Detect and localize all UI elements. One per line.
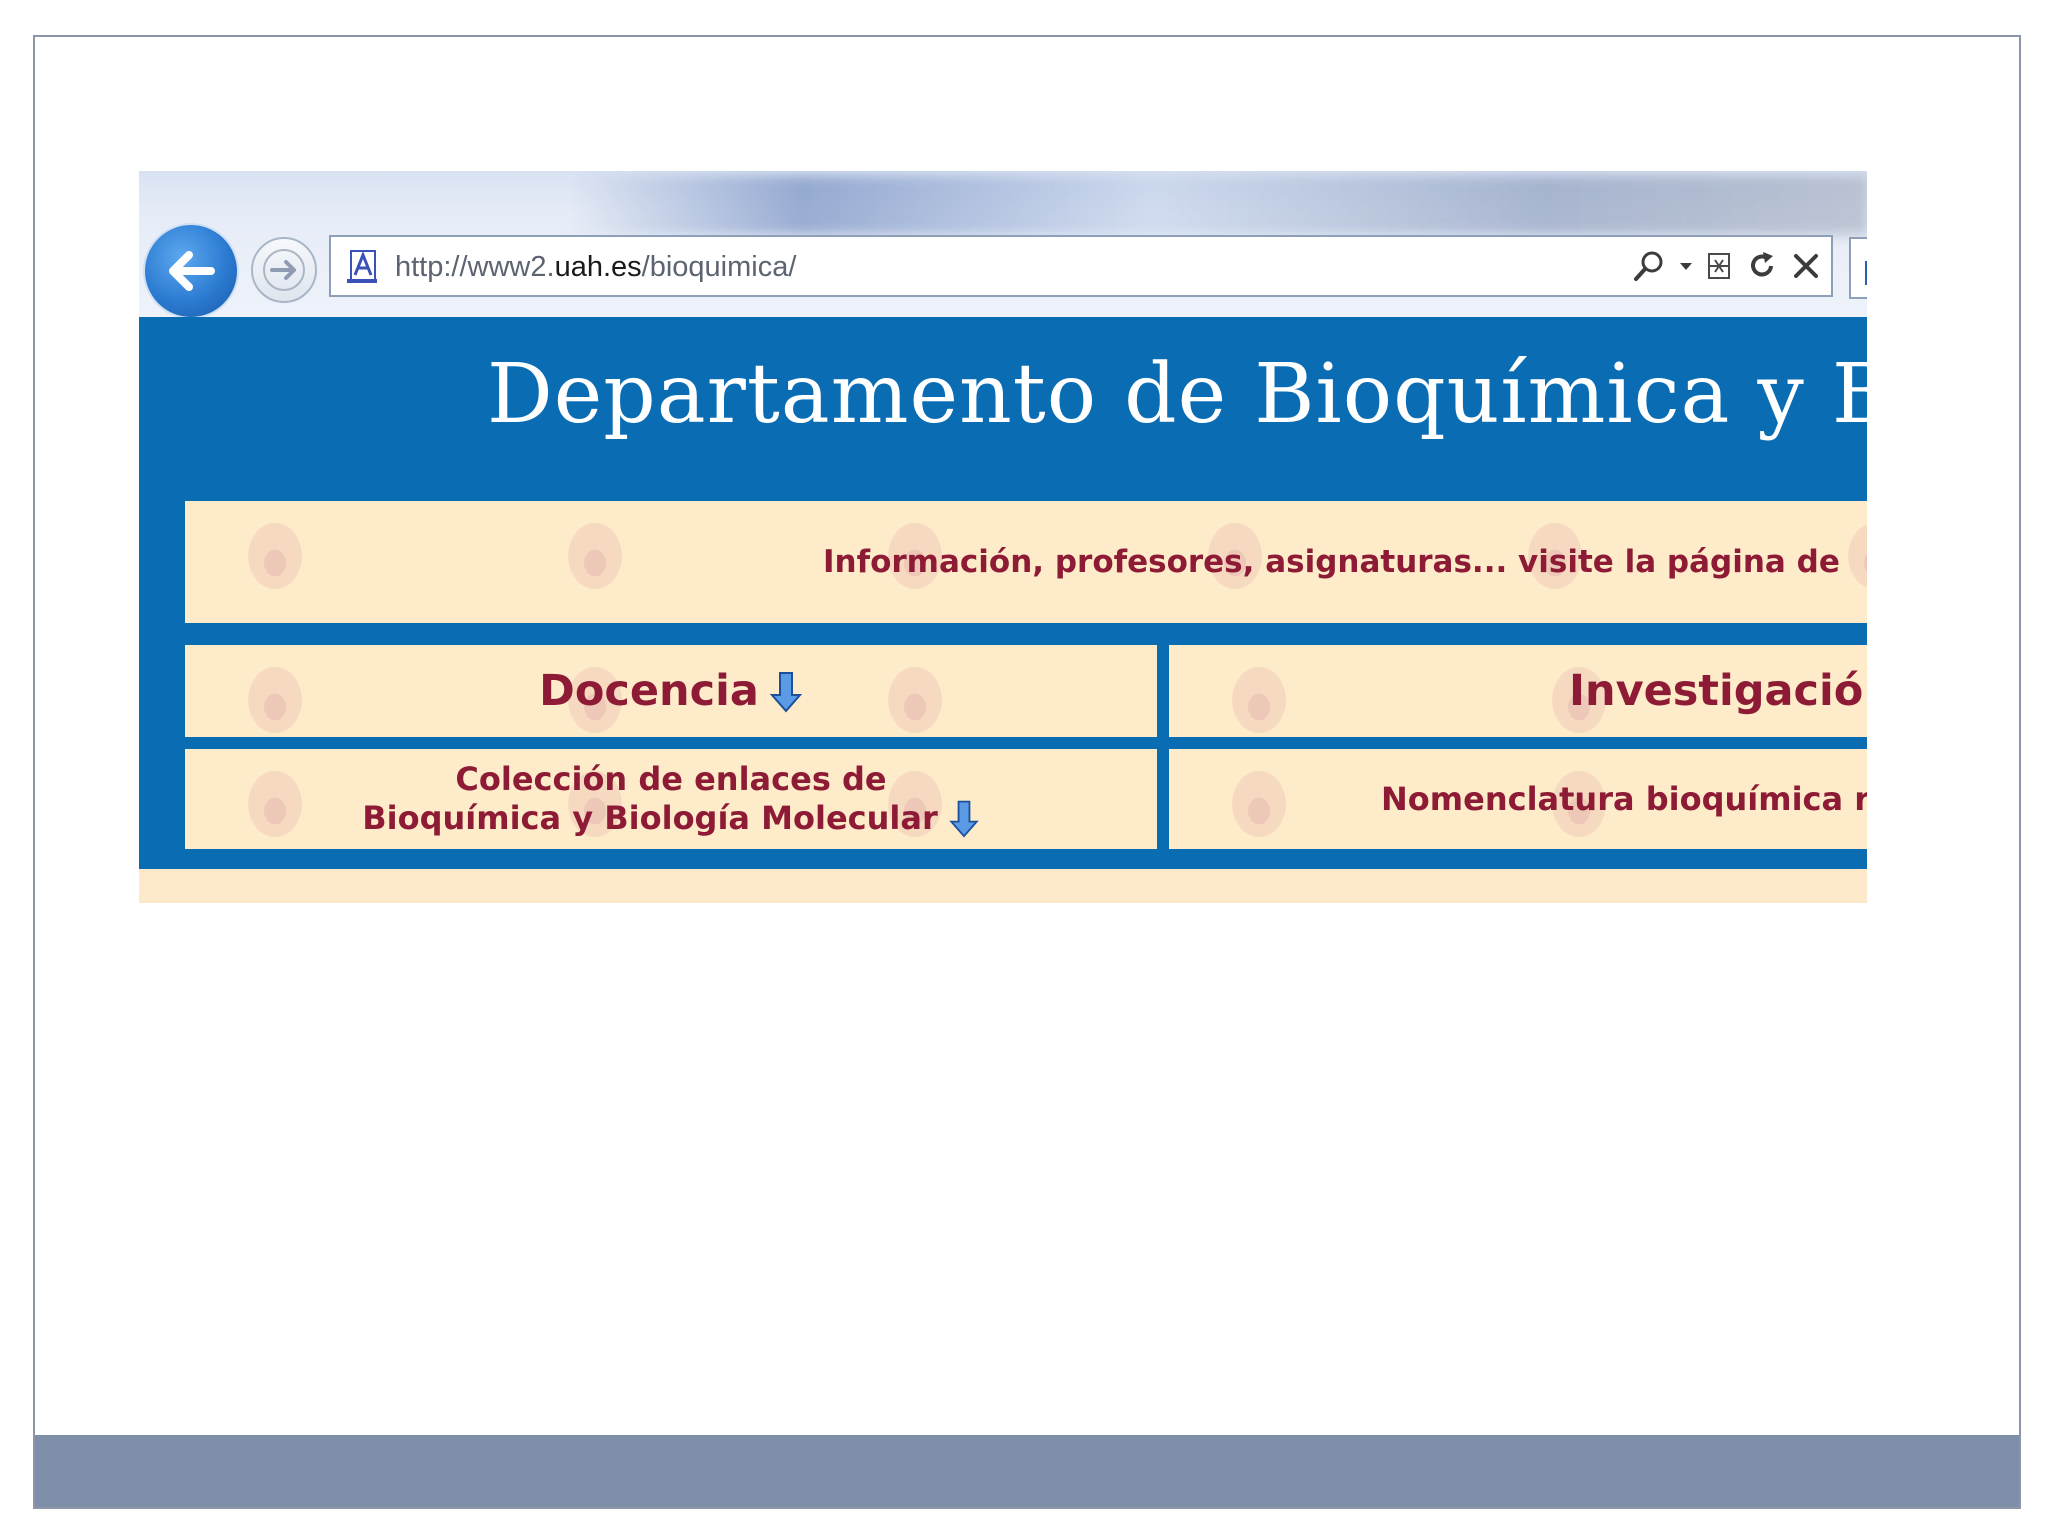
blurred-tab-strip xyxy=(569,175,1867,235)
new-tab-edge[interactable] xyxy=(1849,237,1867,299)
refresh-button[interactable] xyxy=(1745,248,1779,288)
stop-icon xyxy=(1794,254,1818,278)
docencia-link[interactable]: Docencia xyxy=(185,645,1157,737)
page-icon xyxy=(347,250,377,283)
url-domain: uah.es xyxy=(554,251,642,283)
compatibility-view-button[interactable] xyxy=(1705,248,1735,288)
search-dropdown[interactable] xyxy=(1677,248,1695,288)
back-arrow-icon xyxy=(169,251,215,291)
nomenclatura-label: Nomenclatura bioquímica r xyxy=(1381,780,1867,818)
docencia-label: Docencia xyxy=(539,666,759,716)
back-button[interactable] xyxy=(143,223,239,319)
down-arrow-icon xyxy=(949,800,979,838)
url-path: /bioquimica/ xyxy=(641,251,797,283)
address-bar[interactable]: http://www2.uah.es/bioquimica/ xyxy=(329,235,1833,297)
coleccion-line2: Bioquímica y Biología Molecular xyxy=(362,799,938,837)
forward-button[interactable] xyxy=(251,237,317,303)
web-page: Departamento de Bioquímica y B Informaci… xyxy=(139,317,1867,869)
stop-button[interactable] xyxy=(1789,248,1823,288)
coleccion-enlaces-link[interactable]: Colección de enlaces de Bioquímica y Bio… xyxy=(185,749,1157,849)
coleccion-line1: Colección de enlaces de xyxy=(455,760,887,798)
dropdown-icon xyxy=(1680,263,1692,270)
search-button[interactable] xyxy=(1631,248,1667,288)
refresh-icon xyxy=(1751,252,1773,277)
nomenclatura-link[interactable]: Nomenclatura bioquímica r xyxy=(1169,749,1867,849)
investigacion-label: Investigació xyxy=(1569,666,1864,716)
info-link-label: Información, profesores, asignaturas... … xyxy=(823,544,1840,580)
slide: http://www2.uah.es/bioquimica/ Departame… xyxy=(33,35,2021,1509)
compatibility-icon xyxy=(1708,253,1730,279)
down-arrow-icon xyxy=(769,672,803,713)
investigacion-link[interactable]: Investigació xyxy=(1169,645,1867,737)
page-bottom-strip xyxy=(139,869,1867,903)
info-link[interactable]: Información, profesores, asignaturas... … xyxy=(185,501,1867,623)
search-icon xyxy=(1634,251,1663,281)
slide-footer-bar xyxy=(35,1435,2019,1507)
page-title: Departamento de Bioquímica y B xyxy=(487,347,1867,442)
browser-toolbar: http://www2.uah.es/bioquimica/ xyxy=(139,171,1867,319)
url-prefix: http://www2. xyxy=(395,251,555,283)
address-bar-tools xyxy=(1631,249,1823,287)
browser-screenshot: http://www2.uah.es/bioquimica/ Departame… xyxy=(139,171,1867,903)
coleccion-line2-wrap: Bioquímica y Biología Molecular xyxy=(362,798,980,838)
forward-arrow-icon xyxy=(263,249,305,291)
url-text: http://www2.uah.es/bioquimica/ xyxy=(395,251,796,284)
